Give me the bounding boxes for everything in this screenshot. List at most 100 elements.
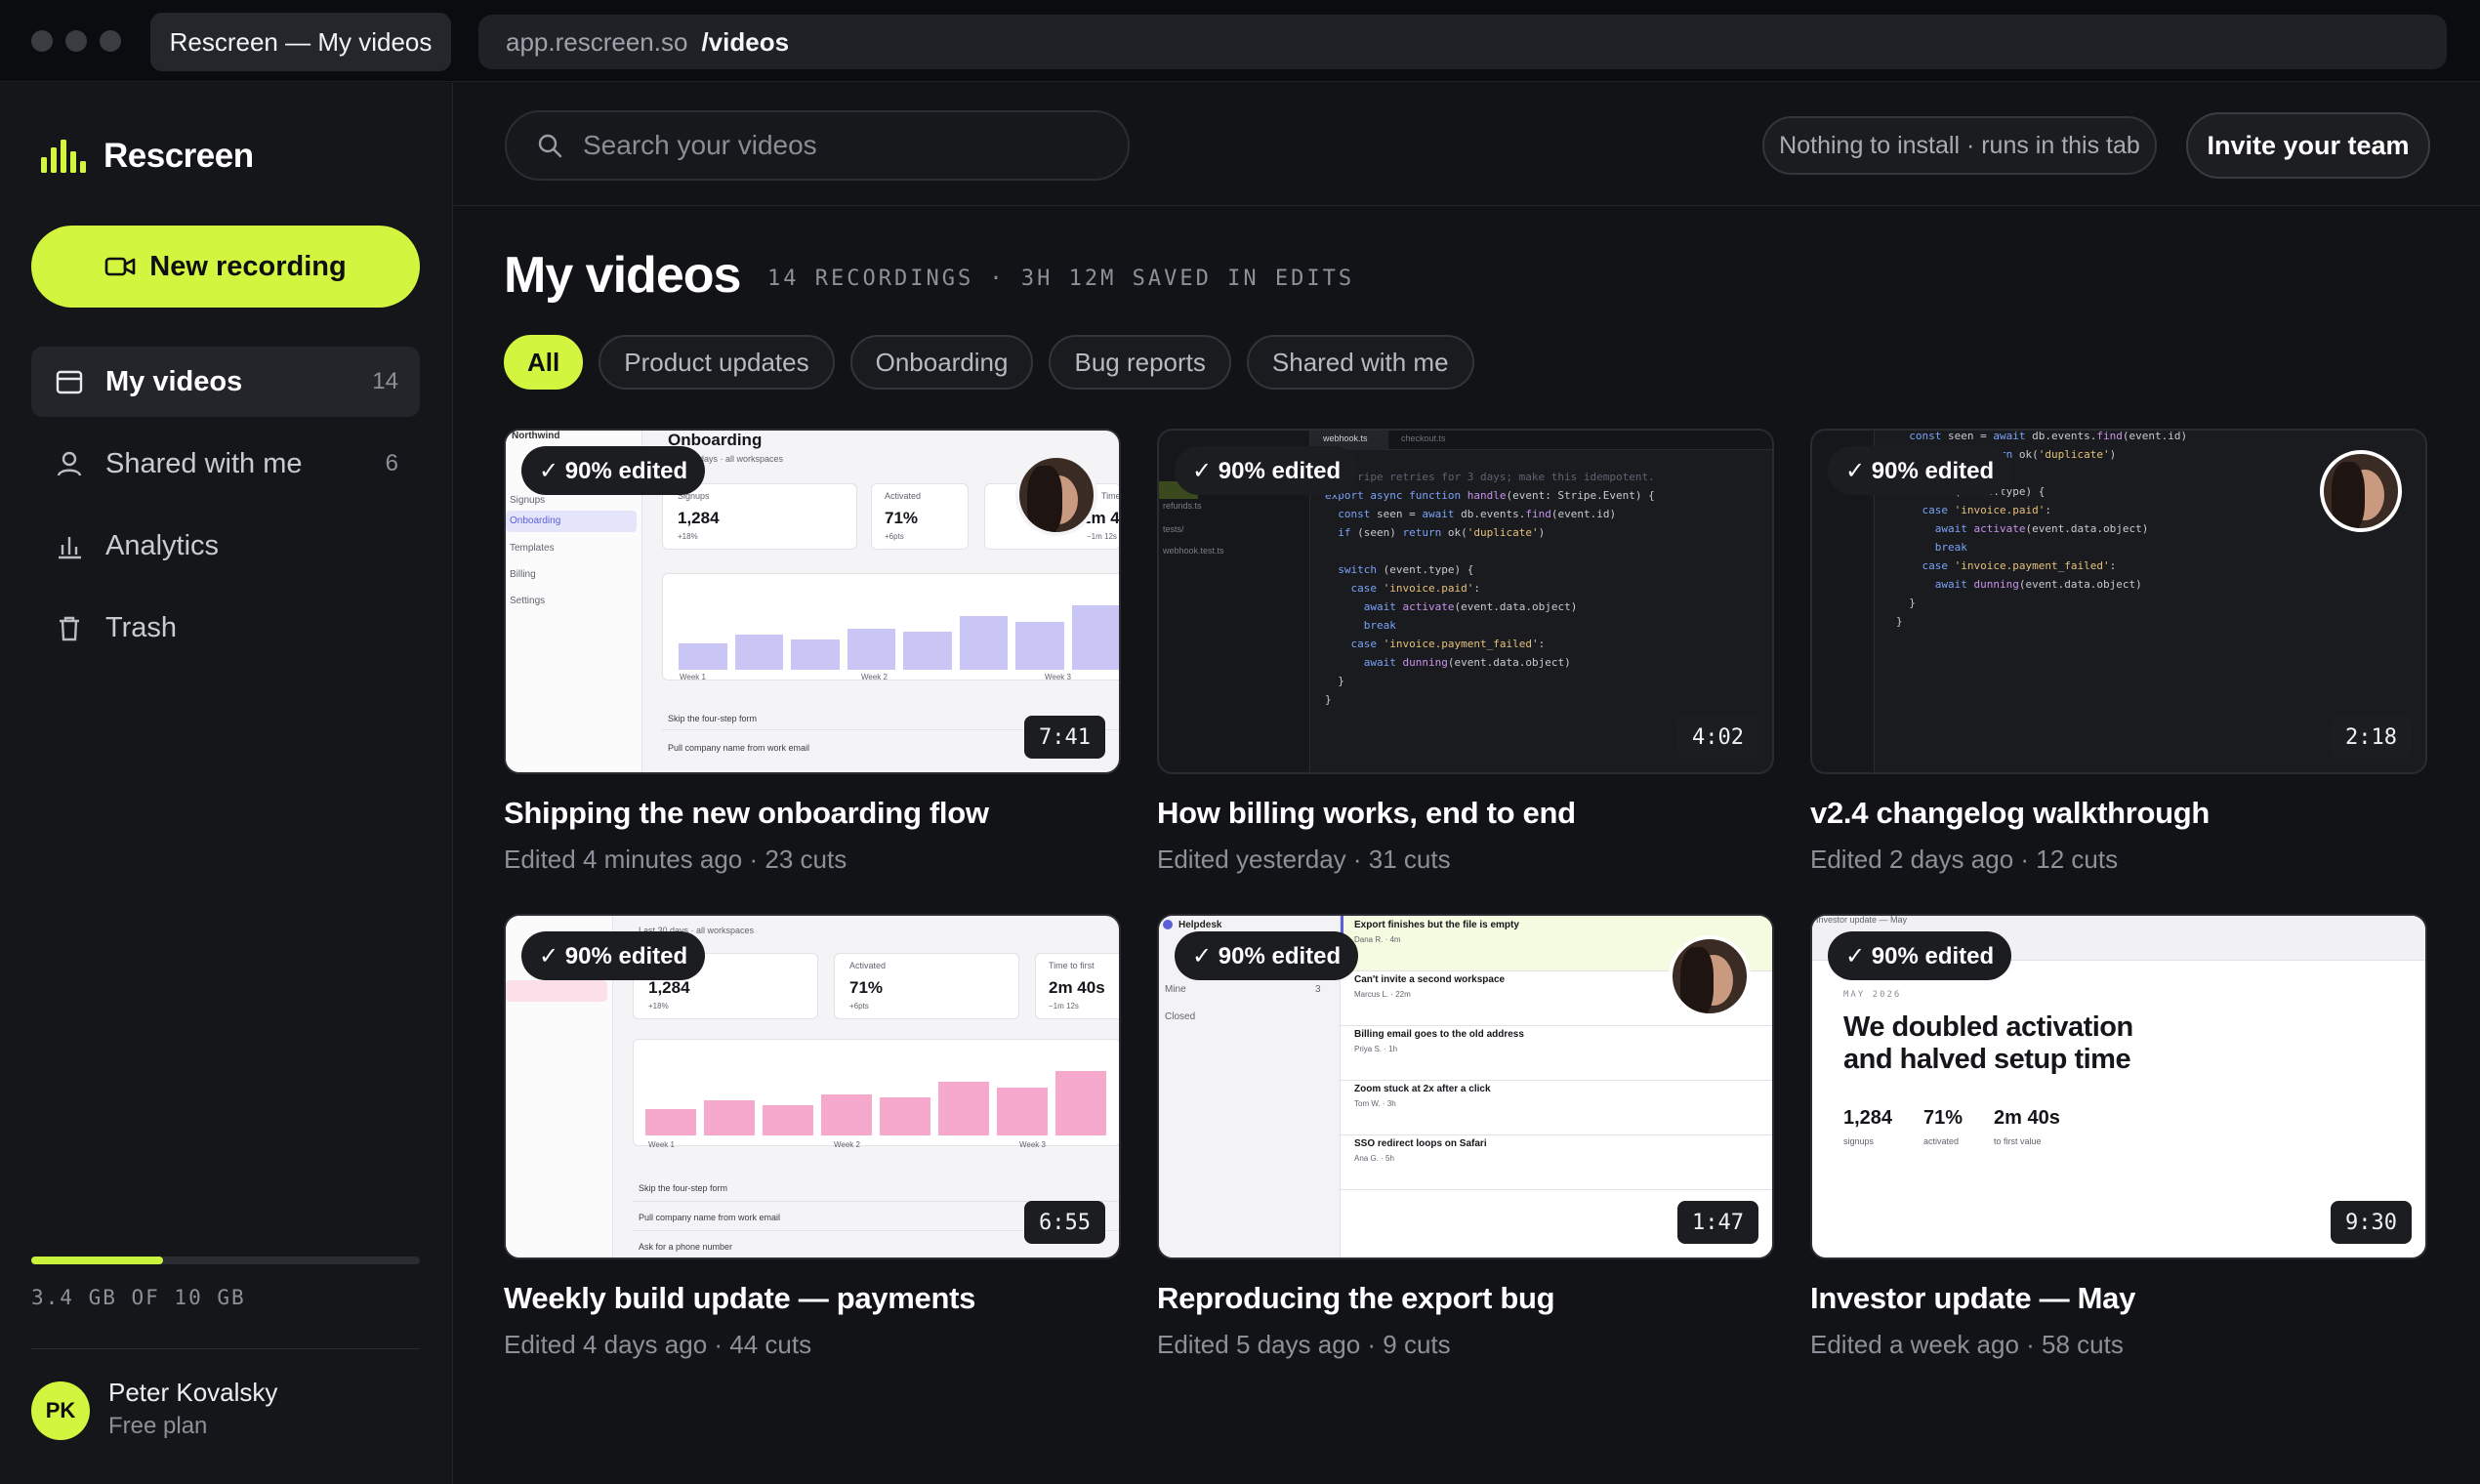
video-thumbnail[interactable]: const seen = await db.events.find(event.…: [1810, 429, 2427, 774]
presenter-hair: [1027, 466, 1062, 532]
page-meta: 14 RECORDINGS · 3H 12M SAVED IN EDITS: [767, 267, 1355, 291]
video-card[interactable]: Investor update — May MAY 2026 We double…: [1810, 914, 2427, 1360]
video-title[interactable]: Investor update — May: [1810, 1281, 2427, 1316]
video-card[interactable]: Northwind Signups Onboarding Templates B…: [504, 429, 1121, 875]
sidebar-item-analytics[interactable]: Analytics: [31, 511, 420, 581]
sidebar-item-count: 14: [372, 368, 398, 394]
thumb-bar: [645, 1109, 696, 1135]
video-card[interactable]: refunds.ts tests/ webhook.test.ts webhoo…: [1157, 429, 1774, 875]
thumb-doc-headline: and halved setup time: [1843, 1044, 2131, 1075]
sidebar-item-label: Trash: [105, 611, 178, 643]
browser-tab[interactable]: Rescreen — My videos: [150, 13, 451, 71]
edited-badge: ✓ 90% edited: [1175, 931, 1359, 980]
filter-chip-shared-with-me[interactable]: Shared with me: [1246, 335, 1474, 390]
browser-tab-title: Rescreen — My videos: [169, 26, 433, 57]
new-recording-button[interactable]: New recording: [31, 226, 420, 308]
video-thumbnail[interactable]: Northwind Signups Onboarding Templates B…: [504, 429, 1121, 774]
thumb-file: webhook.test.ts: [1163, 546, 1224, 556]
video-meta: Edited 5 days ago · 9 cuts: [1157, 1330, 1451, 1359]
thumb-task: Pull company name from work email: [668, 743, 810, 753]
window-maximize-dot[interactable]: [100, 30, 121, 52]
thumb-nav-item: Settings: [510, 596, 546, 606]
thumb-code: // Stripe retries for 3 days; make this …: [1325, 471, 1655, 706]
video-thumbnail[interactable]: Helpdesk Mine 3 Closed Export finishes b…: [1157, 914, 1774, 1259]
thumb-bar: [763, 1105, 813, 1135]
user-icon: [53, 447, 86, 480]
presenter-hair: [1680, 947, 1714, 1013]
search-input[interactable]: [583, 130, 1091, 161]
thumb-bar: [679, 643, 727, 670]
calendar-icon: [53, 365, 86, 398]
camera-icon: [104, 257, 136, 276]
filter-chip-all[interactable]: All: [504, 335, 584, 390]
browser-chrome: Rescreen — My videos app.rescreen.so /vi…: [0, 0, 2480, 82]
thumb-stat-value: 1,284: [678, 509, 720, 527]
thumb-stat-label: Time to first: [1049, 961, 1095, 970]
filter-chip-product-updates[interactable]: Product updates: [599, 335, 835, 390]
storage-label: 3.4 GB OF 10 GB: [31, 1286, 246, 1309]
thumb-doc-stat-value: 1,284: [1843, 1107, 1893, 1129]
install-note-pill: Nothing to install · runs in this tab: [1762, 116, 2157, 175]
thumb-ticket-title: Export finishes but the file is empty: [1354, 920, 1519, 930]
user-plan: Free plan: [108, 1413, 208, 1439]
window-minimize-dot[interactable]: [65, 30, 87, 52]
thumb-bar: [1015, 622, 1064, 670]
filter-chip-onboarding[interactable]: Onboarding: [849, 335, 1034, 390]
video-thumbnail[interactable]: Investor update — May MAY 2026 We double…: [1810, 914, 2427, 1259]
thumb-bar: [1055, 1070, 1106, 1135]
thumb-bar: [880, 1096, 930, 1135]
thumb-task: Pull company name from work email: [639, 1213, 781, 1222]
sidebar-item-trash[interactable]: Trash: [31, 593, 420, 663]
video-title[interactable]: How billing works, end to end: [1157, 796, 1774, 831]
duration-badge: 4:02: [1677, 716, 1758, 759]
storage-progress: [31, 1257, 420, 1264]
thumb-editor-tab: webhook.ts: [1323, 433, 1368, 443]
sidebar-item-my-videos[interactable]: My videos 14: [31, 347, 420, 417]
thumb-bar: [959, 616, 1008, 670]
thumb-nav-item: Northwind: [512, 431, 560, 441]
thumb-nav-item: Onboarding: [510, 515, 561, 526]
video-card[interactable]: const seen = await db.events.find(event.…: [1810, 429, 2427, 875]
sidebar-item-shared-with-me[interactable]: Shared with me 6: [31, 429, 420, 499]
invite-team-button[interactable]: Invite your team: [2186, 112, 2430, 179]
duration-badge: 7:41: [1024, 716, 1105, 759]
thumb-filter-count: 3: [1315, 984, 1321, 995]
thumb-bar: [704, 1099, 755, 1135]
thumb-divider: [1341, 1025, 1772, 1026]
window-close-dot[interactable]: [31, 30, 53, 52]
video-thumbnail[interactable]: Last 30 days · all workspaces Signups 1,…: [504, 914, 1121, 1259]
thumb-ticket-title: Zoom stuck at 2x after a click: [1354, 1084, 1491, 1094]
address-bar[interactable]: app.rescreen.so /videos: [478, 15, 2447, 69]
video-title[interactable]: v2.4 changelog walkthrough: [1810, 796, 2427, 831]
filter-chip-bug-reports[interactable]: Bug reports: [1049, 335, 1231, 390]
page-title: My videos: [504, 247, 741, 304]
video-card[interactable]: Helpdesk Mine 3 Closed Export finishes b…: [1157, 914, 1774, 1360]
avatar[interactable]: PK: [31, 1381, 90, 1440]
video-thumbnail[interactable]: refunds.ts tests/ webhook.test.ts webhoo…: [1157, 429, 1774, 774]
video-title[interactable]: Weekly build update — payments: [504, 1281, 1121, 1316]
thumb-editor-tab: checkout.ts: [1401, 433, 1446, 443]
search-box[interactable]: [505, 110, 1130, 181]
thumb-nav-item: Billing: [510, 569, 536, 580]
sidebar-item-label: My videos: [105, 365, 243, 397]
sidebar-item-count: 6: [385, 450, 398, 476]
thumb-stat-value: 2m 40s: [1049, 978, 1105, 997]
presenter-hair: [2332, 462, 2365, 528]
brand-logo[interactable]: Rescreen: [41, 137, 254, 176]
thumb-stat-value: 71%: [885, 509, 919, 527]
thumb-nav-item: Signups: [510, 495, 546, 506]
thumb-bar: [938, 1082, 989, 1135]
thumb-task: Ask for a phone number: [639, 1242, 733, 1252]
thumb-bars-2: [645, 1067, 1114, 1135]
thumb-stat-value: 71%: [849, 978, 884, 997]
brand-name: Rescreen: [103, 137, 254, 175]
thumb-stat-label: Time to first: [1101, 491, 1121, 501]
user-name[interactable]: Peter Kovalsky: [108, 1378, 277, 1408]
video-meta: Edited a week ago · 58 cuts: [1810, 1330, 2124, 1359]
filter-chips: All Product updates Onboarding Bug repor…: [504, 335, 1474, 390]
video-title[interactable]: Shipping the new onboarding flow: [504, 796, 1121, 831]
video-title[interactable]: Reproducing the export bug: [1157, 1281, 1774, 1316]
video-meta: Edited 4 days ago · 44 cuts: [504, 1330, 812, 1359]
thumb-bars-1: [679, 601, 1119, 670]
video-card[interactable]: Last 30 days · all workspaces Signups 1,…: [504, 914, 1121, 1360]
